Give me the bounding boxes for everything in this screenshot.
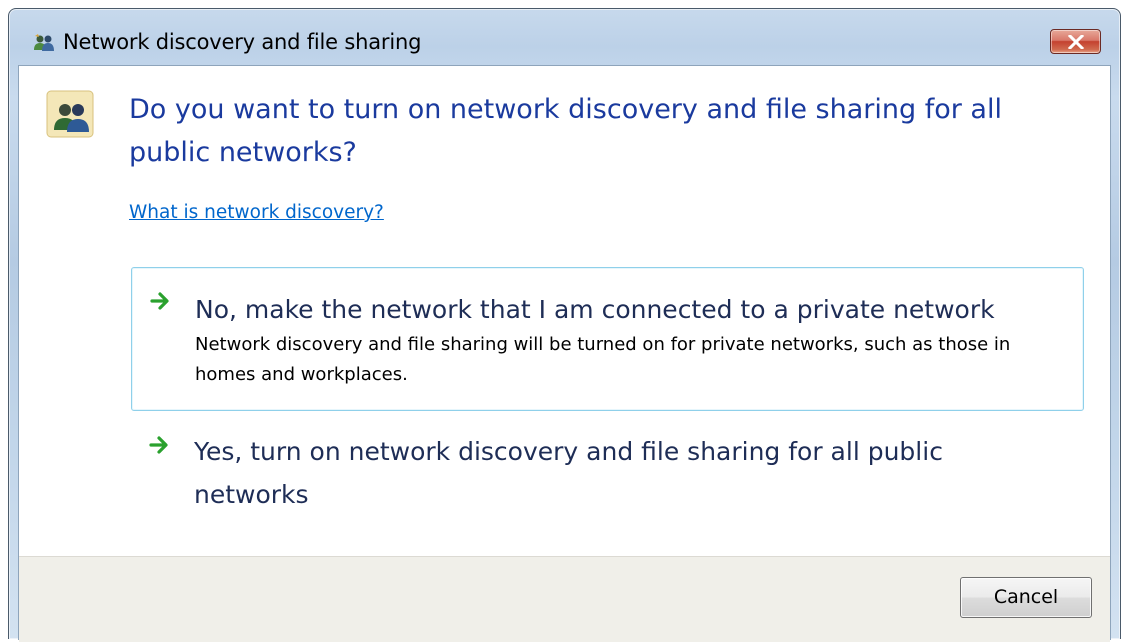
help-link[interactable]: What is network discovery? [129,202,384,223]
title-bar[interactable]: Network discovery and file sharing [9,9,1120,65]
close-icon [1068,35,1084,49]
main-instruction: Do you want to turn on network discovery… [129,94,1002,168]
close-button[interactable] [1050,29,1101,54]
cancel-button[interactable]: Cancel [960,577,1092,618]
people-icon [33,33,55,53]
green-arrow-icon [148,434,170,456]
command-description: Network discovery and file sharing will … [195,334,1011,385]
private-network-command[interactable]: No, make the network that I am connected… [131,267,1084,411]
command-title: Yes, turn on network discovery and file … [194,437,943,509]
dialog-footer: Cancel [19,556,1110,642]
window-title: Network discovery and file sharing [63,30,422,54]
dialog-window: Network discovery and file sharing Do yo… [8,8,1121,642]
people-icon [46,90,94,138]
dialog-content: Do you want to turn on network discovery… [18,65,1111,642]
command-title: No, make the network that I am connected… [195,295,995,324]
public-network-command[interactable]: Yes, turn on network discovery and file … [131,412,1084,532]
green-arrow-icon [149,290,171,312]
